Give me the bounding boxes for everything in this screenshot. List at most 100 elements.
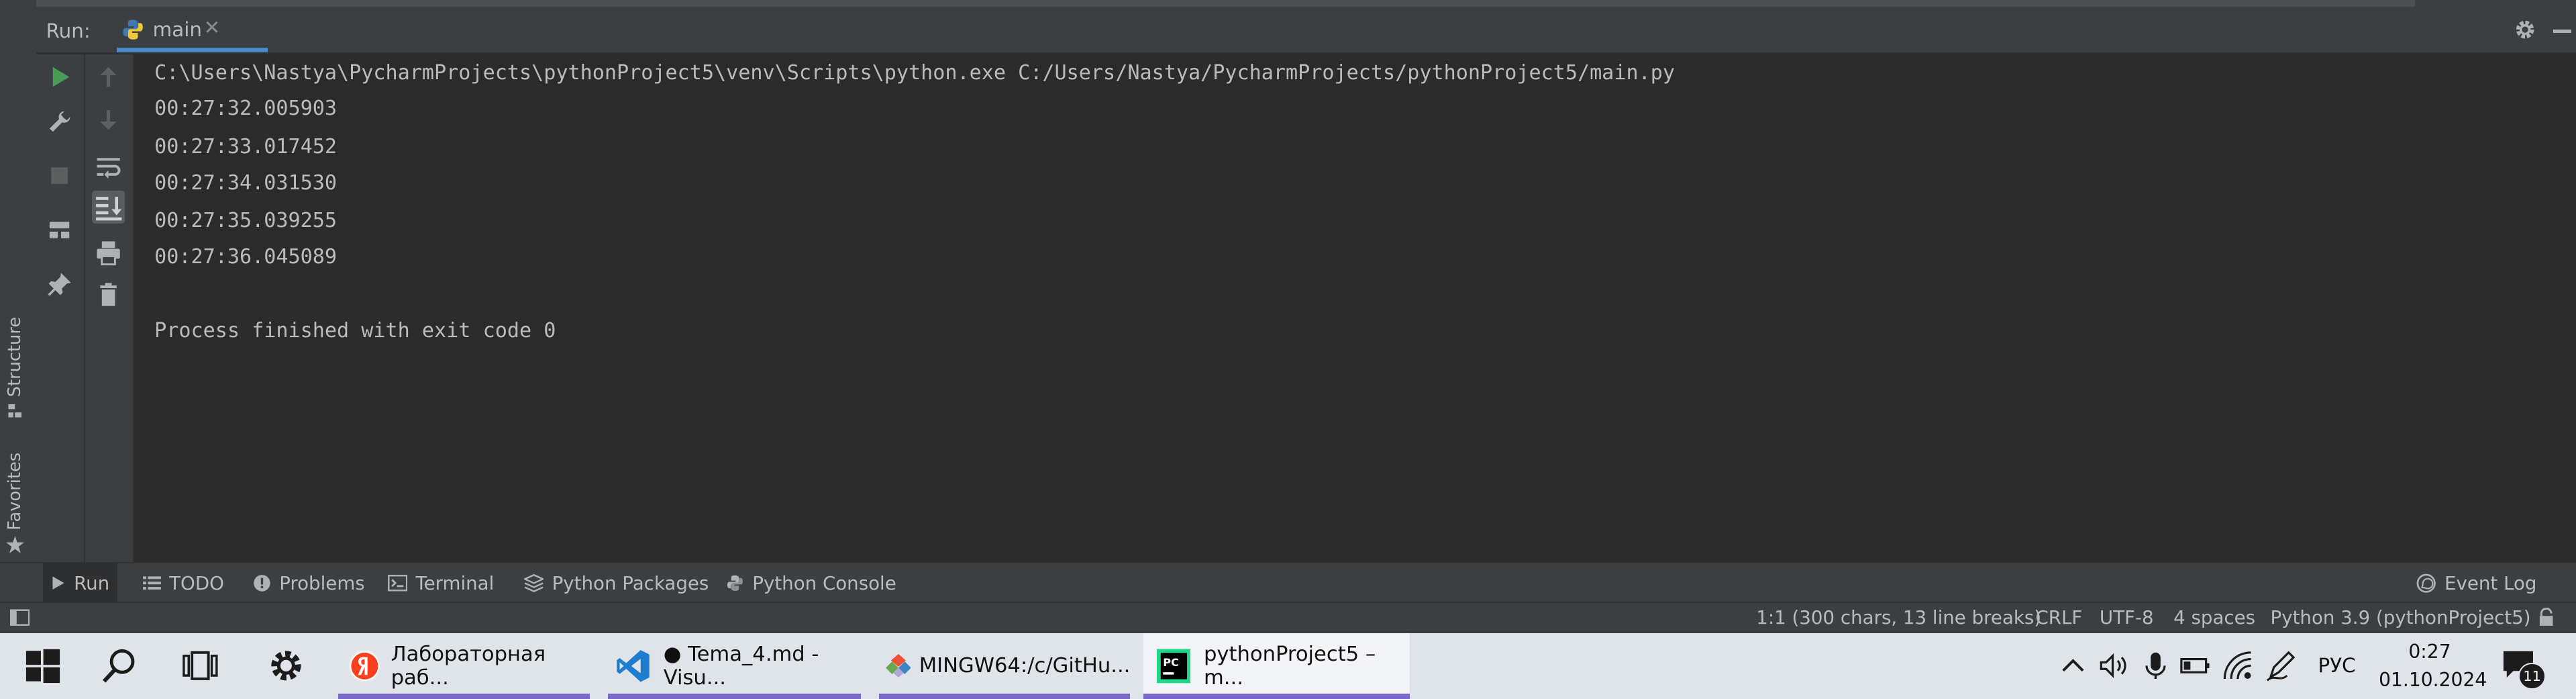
- caret-position[interactable]: 1:1 (300 chars, 13 line breaks): [1756, 606, 2041, 628]
- file-encoding[interactable]: UTF-8: [2100, 606, 2154, 628]
- toggle-tool-windows-icon[interactable]: [9, 608, 30, 627]
- console-line: 00:27:36.045089: [154, 244, 338, 269]
- scroll-thumb[interactable]: [36, 0, 2415, 7]
- tab-main[interactable]: main ✕: [116, 8, 268, 53]
- clock-time: 0:27: [2408, 640, 2451, 663]
- notifications-button[interactable]: 11: [2500, 648, 2546, 690]
- wifi-icon[interactable]: [2220, 646, 2256, 686]
- tool-tab-todo[interactable]: TODO: [143, 563, 224, 603]
- print-icon[interactable]: [95, 240, 121, 266]
- arrow-down-icon[interactable]: [95, 107, 121, 133]
- taskbar-app-yandex-browser[interactable]: Лабораторная раб...: [338, 633, 590, 699]
- favorites-tab-label: Favorites: [5, 452, 25, 530]
- tool-tab-python-console-label: Python Console: [752, 572, 896, 595]
- python-file-icon: [123, 19, 143, 40]
- close-icon[interactable]: ✕: [204, 16, 221, 39]
- run-panel-header: Run: main ✕: [36, 8, 2576, 54]
- tool-tab-problems[interactable]: Problems: [253, 563, 365, 603]
- input-language[interactable]: РУС: [2318, 654, 2356, 677]
- packages-icon: [524, 574, 544, 593]
- console-line: C:\Users\Nastya\PycharmProjects\pythonPr…: [154, 60, 1676, 85]
- console-line: Process finished with exit code 0: [154, 318, 556, 342]
- volume-icon[interactable]: [2096, 646, 2132, 686]
- tool-tab-terminal-label: Terminal: [415, 572, 495, 595]
- rerun-play-icon[interactable]: [46, 64, 72, 90]
- microphone-icon[interactable]: [2139, 646, 2172, 686]
- search-icon[interactable]: [100, 646, 140, 686]
- yandex-browser-icon: [348, 649, 381, 682]
- running-indicator: [607, 694, 861, 699]
- console-line: 00:27:34.031530: [154, 171, 338, 195]
- notification-count-badge: 11: [2518, 662, 2546, 690]
- console-line: 00:27:32.005903: [154, 97, 338, 121]
- tool-tab-python-packages-label: Python Packages: [552, 572, 709, 595]
- tool-tab-run[interactable]: Run: [42, 563, 118, 604]
- event-log-label: Event Log: [2444, 572, 2537, 595]
- python-console-icon: [727, 575, 743, 592]
- taskbar-app-label: Лабораторная раб...: [391, 642, 546, 690]
- running-indicator: [878, 694, 1131, 699]
- battery-icon[interactable]: [2178, 646, 2214, 686]
- running-indicator: [338, 694, 590, 699]
- tool-tab-run-label: Run: [74, 572, 110, 595]
- tool-tab-python-packages[interactable]: Python Packages: [524, 563, 709, 603]
- taskbar-app-label: pythonProject5 – m...: [1204, 642, 1376, 690]
- console-line: 00:27:33.017452: [154, 134, 338, 158]
- structure-icon: [9, 404, 22, 418]
- top-scrollbar[interactable]: [0, 0, 2576, 9]
- structure-tab-label: Structure: [5, 317, 25, 398]
- wrench-icon[interactable]: [46, 109, 72, 135]
- tab-main-label: main: [152, 17, 203, 41]
- tool-window-bar: Run TODO Problems Terminal Python Packag…: [0, 562, 2576, 604]
- run-toolbar-primary: [36, 54, 85, 563]
- console-line: 00:27:35.039255: [154, 208, 338, 232]
- trash-icon[interactable]: [95, 281, 121, 308]
- minimize-icon[interactable]: [2553, 30, 2571, 33]
- clock-date: 01.10.2024: [2379, 668, 2487, 691]
- tool-tab-problems-label: Problems: [279, 572, 365, 595]
- run-label: Run:: [46, 19, 91, 43]
- pycharm-icon: PC: [1156, 649, 1191, 683]
- taskbar-app-label: MINGW64:/c/GitHu...: [919, 654, 1131, 678]
- taskbar-app-git-bash[interactable]: MINGW64:/c/GitHu...: [878, 633, 1131, 699]
- windows-taskbar: Лабораторная раб... ● Tema_4.md - Visu..…: [0, 633, 2576, 699]
- scroll-to-end-toggle[interactable]: [92, 190, 125, 224]
- problems-icon: [254, 575, 270, 592]
- terminal-icon: [387, 575, 408, 592]
- task-view-icon[interactable]: [181, 646, 220, 686]
- status-bar: 1:1 (300 chars, 13 line breaks) CRLF UTF…: [0, 602, 2576, 635]
- stop-icon[interactable]: [46, 162, 72, 189]
- star-icon: [6, 536, 25, 553]
- tool-tab-event-log[interactable]: Event Log: [2416, 563, 2536, 603]
- pin-icon[interactable]: [46, 271, 72, 297]
- event-log-icon: [2417, 573, 2436, 593]
- play-icon: [52, 576, 64, 590]
- favorites-tab[interactable]: Favorites: [5, 453, 25, 554]
- gear-icon[interactable]: [2514, 18, 2536, 41]
- indent-setting[interactable]: 4 spaces: [2173, 606, 2255, 628]
- list-icon: [143, 576, 161, 590]
- settings-gear-icon[interactable]: [266, 646, 306, 686]
- structure-tab[interactable]: Structure: [5, 317, 25, 419]
- taskbar-app-pycharm[interactable]: PC pythonProject5 – m...: [1143, 633, 1410, 699]
- console-output[interactable]: C:\Users\Nastya\PycharmProjects\pythonPr…: [134, 54, 2576, 563]
- arrow-up-icon[interactable]: [95, 64, 121, 90]
- chevron-up-icon[interactable]: [2057, 646, 2090, 686]
- run-toolbar-secondary: [85, 54, 135, 563]
- line-separator[interactable]: CRLF: [2035, 606, 2082, 628]
- soft-wrap-icon[interactable]: [95, 153, 121, 179]
- layout-icon[interactable]: [46, 217, 72, 243]
- python-interpreter[interactable]: Python 3.9 (pythonProject5): [2271, 606, 2531, 628]
- clock[interactable]: 0:27 01.10.2024: [2379, 638, 2487, 694]
- tool-tab-terminal[interactable]: Terminal: [387, 563, 495, 603]
- pen-icon[interactable]: [2264, 646, 2300, 686]
- svg-text:PC: PC: [1163, 656, 1179, 669]
- tool-tab-todo-label: TODO: [169, 572, 224, 595]
- lock-icon[interactable]: [2536, 608, 2556, 627]
- running-indicator: [1143, 694, 1410, 699]
- tool-tab-python-console[interactable]: Python Console: [726, 563, 896, 603]
- git-bash-icon: [885, 654, 911, 678]
- windows-start-icon[interactable]: [23, 646, 62, 686]
- taskbar-app-vscode[interactable]: ● Tema_4.md - Visu...: [607, 633, 861, 699]
- vscode-icon: [616, 649, 650, 682]
